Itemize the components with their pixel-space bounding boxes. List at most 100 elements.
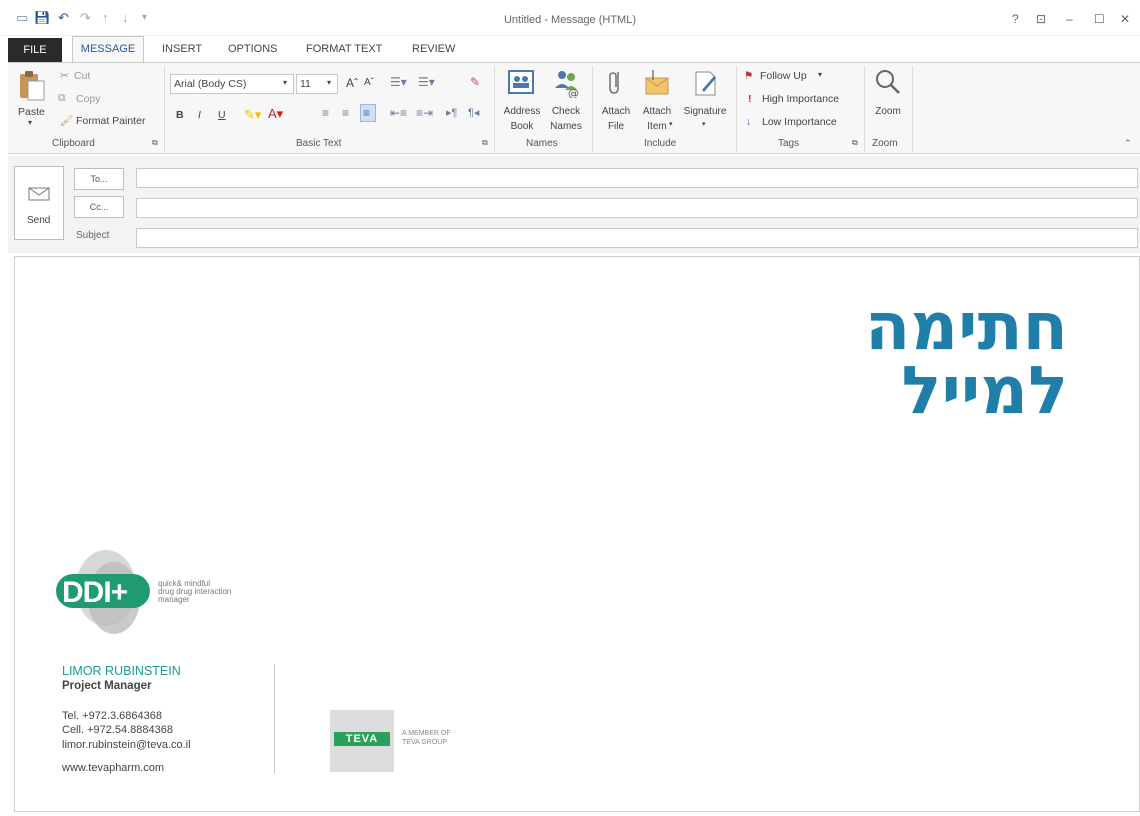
signature-email[interactable]: limor.rubinstein@teva.co.il	[62, 739, 191, 751]
signature-divider	[274, 664, 275, 774]
align-right-button[interactable]: ≡	[360, 104, 376, 122]
clipboard-dialog-launcher-icon[interactable]: ⧉	[152, 138, 158, 148]
send-envelope-icon	[28, 187, 50, 201]
rtl-icon[interactable]: ¶◂	[468, 106, 479, 119]
teva-logo: TEVA	[334, 732, 390, 746]
tab-format-text[interactable]: FORMAT TEXT	[306, 43, 382, 55]
attach-item-icon	[645, 70, 669, 95]
signature-cell: Cell. +972.54.8884368	[62, 724, 174, 736]
highlight-icon[interactable]: ✎▾	[244, 107, 261, 123]
to-button[interactable]: To...	[74, 168, 124, 190]
signature-button[interactable]: Signature ▾	[678, 68, 732, 134]
align-center-icon[interactable]: ≡	[342, 106, 349, 120]
teva-member-text: A MEMBER OF TEVA GROUP	[402, 729, 451, 747]
address-book-label-2: Book	[510, 121, 534, 132]
align-left-icon[interactable]: ≡	[322, 106, 329, 120]
paste-label: Paste	[18, 106, 45, 118]
chevron-down-icon: ▾	[327, 78, 332, 87]
paste-button[interactable]: Paste ▾	[16, 70, 52, 128]
attach-file-label-1: Attach	[601, 106, 631, 117]
svg-text:@: @	[568, 87, 579, 98]
follow-up-button[interactable]: Follow Up	[760, 70, 807, 82]
format-painter-button[interactable]: Format Painter	[76, 115, 145, 127]
chevron-down-icon: ▾	[818, 70, 823, 79]
to-field[interactable]	[136, 168, 1138, 188]
high-importance-button[interactable]: High Importance	[762, 93, 839, 105]
ribbon-display-options-button[interactable]: ⊡	[1036, 12, 1046, 26]
low-importance-icon: ↓	[746, 116, 752, 128]
cc-field[interactable]	[136, 198, 1138, 218]
subject-label: Subject	[76, 230, 110, 241]
hebrew-heading-line-2: למייל	[901, 352, 1068, 429]
tab-file[interactable]: FILE	[8, 38, 62, 62]
font-size-value: 11	[300, 78, 311, 90]
clear-formatting-icon[interactable]: ✎	[470, 75, 480, 89]
signature-website[interactable]: www.tevapharm.com	[62, 762, 164, 774]
font-size-select[interactable]: 11 ▾	[296, 74, 338, 94]
collapse-ribbon-icon[interactable]: ⌃	[1124, 138, 1132, 149]
send-button[interactable]: Send	[14, 166, 64, 240]
bold-button[interactable]: B	[176, 109, 184, 121]
paste-icon	[20, 71, 45, 101]
divider	[164, 66, 165, 152]
increase-indent-icon[interactable]: ≡⇥	[416, 106, 433, 120]
address-book-button[interactable]: Address Book	[500, 68, 544, 134]
low-importance-button[interactable]: Low Importance	[762, 116, 837, 128]
chevron-down-icon: ▾	[669, 121, 673, 128]
check-names-icon: @	[555, 71, 579, 98]
paste-dropdown-icon: ▾	[28, 118, 33, 127]
ddi-tagline-line-3: manager	[158, 595, 190, 604]
ltr-icon[interactable]: ▸¶	[446, 106, 457, 119]
close-button[interactable]: ✕	[1120, 12, 1130, 26]
cut-button[interactable]: Cut	[74, 70, 90, 82]
italic-button[interactable]: I	[198, 109, 201, 121]
grow-font-icon[interactable]: Aˆ	[346, 76, 358, 90]
check-names-label-1: Check	[551, 106, 581, 117]
window-title: Untitled - Message (HTML)	[503, 14, 637, 26]
zoom-group-label: Zoom	[872, 138, 898, 149]
attach-file-label-2: File	[607, 121, 625, 132]
minimize-button[interactable]: –	[1066, 12, 1073, 26]
cut-icon: ✂	[60, 70, 69, 82]
basic-text-dialog-launcher-icon[interactable]: ⧉	[482, 138, 488, 148]
zoom-button[interactable]: Zoom	[868, 68, 908, 128]
font-color-icon[interactable]: A▾	[268, 106, 283, 122]
copy-button[interactable]: Copy	[76, 93, 101, 105]
font-name-select[interactable]: Arial (Body CS) ▾	[170, 74, 294, 94]
divider	[736, 66, 737, 152]
subject-field[interactable]	[136, 228, 1138, 248]
align-right-icon: ≡	[363, 106, 371, 120]
tags-group-label: Tags	[778, 138, 800, 149]
decrease-indent-icon[interactable]: ⇤≡	[390, 106, 407, 120]
signature-tel: Tel. +972.3.6864368	[62, 710, 163, 722]
high-importance-icon: !	[748, 93, 752, 105]
teva-member-line-2: TEVA GROUP	[402, 739, 447, 746]
tab-review[interactable]: REVIEW	[412, 43, 455, 55]
cc-button[interactable]: Cc...	[74, 196, 124, 218]
divider	[912, 66, 913, 152]
attach-item-label-1: Attach	[642, 106, 672, 117]
zoom-label: Zoom	[875, 106, 901, 117]
attach-item-button[interactable]: Attach Item ▾	[636, 68, 678, 134]
signature-name: LIMOR RUBINSTEIN	[62, 664, 181, 678]
format-painter-icon: 🖌︎	[60, 115, 74, 127]
paperclip-icon	[609, 72, 619, 94]
tab-insert[interactable]: INSERT	[162, 43, 202, 55]
include-group-label: Include	[644, 138, 677, 149]
underline-button[interactable]: U	[218, 109, 226, 121]
bullets-icon[interactable]: ☰▾	[390, 75, 407, 89]
check-names-button[interactable]: @ Check Names	[544, 68, 588, 134]
tab-options[interactable]: OPTIONS	[228, 43, 278, 55]
signature-role: Project Manager	[62, 680, 152, 692]
tab-message[interactable]: MESSAGE	[72, 36, 144, 63]
help-button[interactable]: ?	[1012, 12, 1019, 26]
maximize-button[interactable]: ☐	[1094, 12, 1105, 26]
ddi-logo-text: DDI+	[62, 576, 128, 609]
chevron-down-icon: ▾	[702, 121, 706, 128]
attach-file-button[interactable]: Attach File	[596, 68, 636, 134]
tags-dialog-launcher-icon[interactable]: ⧉	[852, 138, 858, 148]
numbering-icon[interactable]: ☰▾	[418, 75, 435, 89]
font-name-value: Arial (Body CS)	[174, 78, 247, 90]
shrink-font-icon[interactable]: Aˇ	[364, 77, 374, 88]
chevron-down-icon: ▾	[283, 78, 288, 87]
